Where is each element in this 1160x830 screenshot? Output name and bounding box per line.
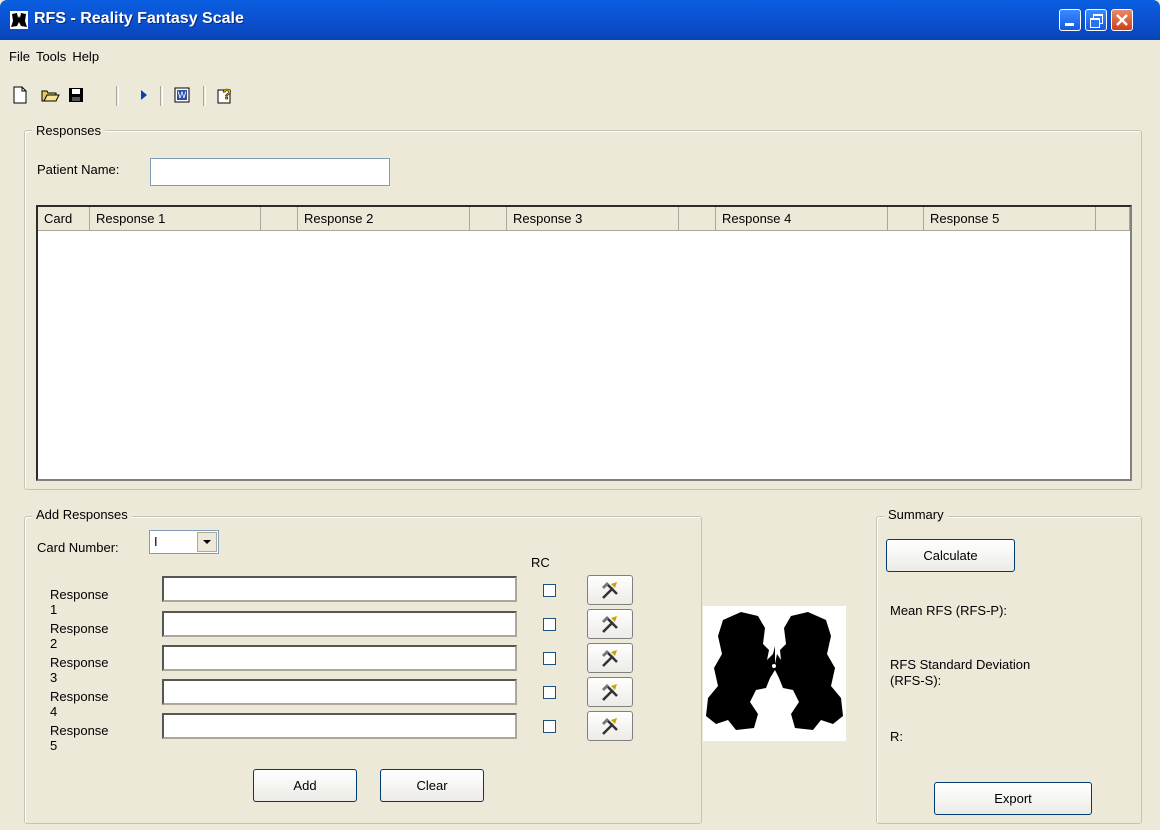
rc-1-checkbox[interactable] — [543, 584, 556, 597]
column-rc-5[interactable] — [1096, 207, 1130, 231]
patient-name-label: Patient Name: — [37, 162, 120, 177]
rc-4-checkbox[interactable] — [543, 686, 556, 699]
calculate-button[interactable]: Calculate — [886, 539, 1015, 572]
chevron-down-icon — [203, 540, 211, 544]
column-response-2[interactable]: Response 2 — [298, 207, 470, 231]
response-4-label: Response 4 — [50, 689, 109, 719]
toolbar-separator — [116, 86, 119, 106]
list-header: Card Response 1 Response 2 Response 3 Re… — [38, 207, 1130, 231]
menu-bar: File Tools Help — [0, 40, 1160, 74]
clear-button[interactable]: Clear — [380, 769, 484, 802]
open-folder-icon[interactable] — [40, 85, 60, 105]
card-number-label: Card Number: — [37, 540, 119, 555]
word-export-icon[interactable]: W — [172, 85, 192, 105]
window-title: RFS - Reality Fantasy Scale — [34, 10, 244, 27]
tool-button-3[interactable] — [587, 643, 633, 673]
column-response-4[interactable]: Response 4 — [716, 207, 888, 231]
add-responses-legend: Add Responses — [32, 507, 132, 522]
rc-3-checkbox[interactable] — [543, 652, 556, 665]
response-2-label: Response 2 — [50, 621, 109, 651]
r-label: R: — [890, 729, 903, 744]
new-file-icon[interactable] — [10, 85, 30, 105]
svg-text:?: ? — [222, 86, 231, 103]
response-1-input[interactable] — [162, 576, 517, 602]
add-button[interactable]: Add — [253, 769, 357, 802]
close-icon — [1116, 14, 1128, 26]
close-button[interactable] — [1111, 9, 1133, 31]
column-card[interactable]: Card — [38, 207, 90, 231]
restore-button[interactable] — [1085, 9, 1107, 31]
response-4-input[interactable] — [162, 679, 517, 705]
inkblot-image — [703, 606, 846, 741]
column-rc-3[interactable] — [679, 207, 716, 231]
rfs-sd-label-line1: RFS Standard Deviation — [890, 657, 1031, 672]
inkblot-app-icon — [10, 11, 28, 29]
tool-button-4[interactable] — [587, 677, 633, 707]
tools-icon — [602, 616, 618, 633]
summary-legend: Summary — [884, 507, 948, 522]
mean-rfs-label: Mean RFS (RFS-P): — [890, 603, 1008, 618]
svg-text:W: W — [178, 90, 187, 100]
column-response-1[interactable]: Response 1 — [90, 207, 261, 231]
tool-button-1[interactable] — [587, 575, 633, 605]
column-rc-2[interactable] — [470, 207, 507, 231]
responses-legend: Responses — [32, 123, 106, 138]
response-5-input[interactable] — [162, 713, 517, 739]
minimize-button[interactable] — [1059, 9, 1081, 31]
column-response-5[interactable]: Response 5 — [924, 207, 1096, 231]
tool-button-2[interactable] — [587, 609, 633, 639]
export-button[interactable]: Export — [934, 782, 1092, 815]
tools-icon — [602, 582, 618, 599]
response-1-label: Response 1 — [50, 587, 109, 617]
tools-icon — [602, 718, 618, 735]
column-rc-4[interactable] — [888, 207, 924, 231]
menu-tools[interactable]: Tools — [36, 49, 66, 64]
rc-header: RC — [531, 555, 550, 570]
save-icon[interactable] — [66, 85, 86, 105]
run-icon[interactable] — [134, 85, 154, 105]
response-3-input[interactable] — [162, 645, 517, 671]
column-rc-1[interactable] — [261, 207, 298, 231]
patient-name-input[interactable] — [150, 158, 390, 186]
response-3-label: Response 3 — [50, 655, 109, 685]
toolbar-separator — [203, 86, 206, 106]
tool-button-5[interactable] — [587, 711, 633, 741]
menu-file[interactable]: File — [9, 49, 30, 64]
dropdown-button[interactable] — [197, 532, 217, 552]
menu-help[interactable]: Help — [72, 49, 99, 64]
card-number-select[interactable]: I — [149, 530, 219, 554]
response-5-label: Response 5 — [50, 723, 109, 753]
rc-5-checkbox[interactable] — [543, 720, 556, 733]
title-bar: RFS - Reality Fantasy Scale — [0, 0, 1160, 40]
tools-icon — [602, 650, 618, 667]
rfs-sd-label-line2: (RFS-S): — [890, 673, 942, 688]
response-2-input[interactable] — [162, 611, 517, 637]
column-response-3[interactable]: Response 3 — [507, 207, 679, 231]
rc-2-checkbox[interactable] — [543, 618, 556, 631]
help-icon[interactable]: ? — [215, 85, 235, 105]
toolbar-separator — [160, 86, 163, 106]
responses-list[interactable]: Card Response 1 Response 2 Response 3 Re… — [36, 205, 1132, 481]
tools-icon — [602, 684, 618, 701]
card-number-value: I — [154, 534, 158, 549]
